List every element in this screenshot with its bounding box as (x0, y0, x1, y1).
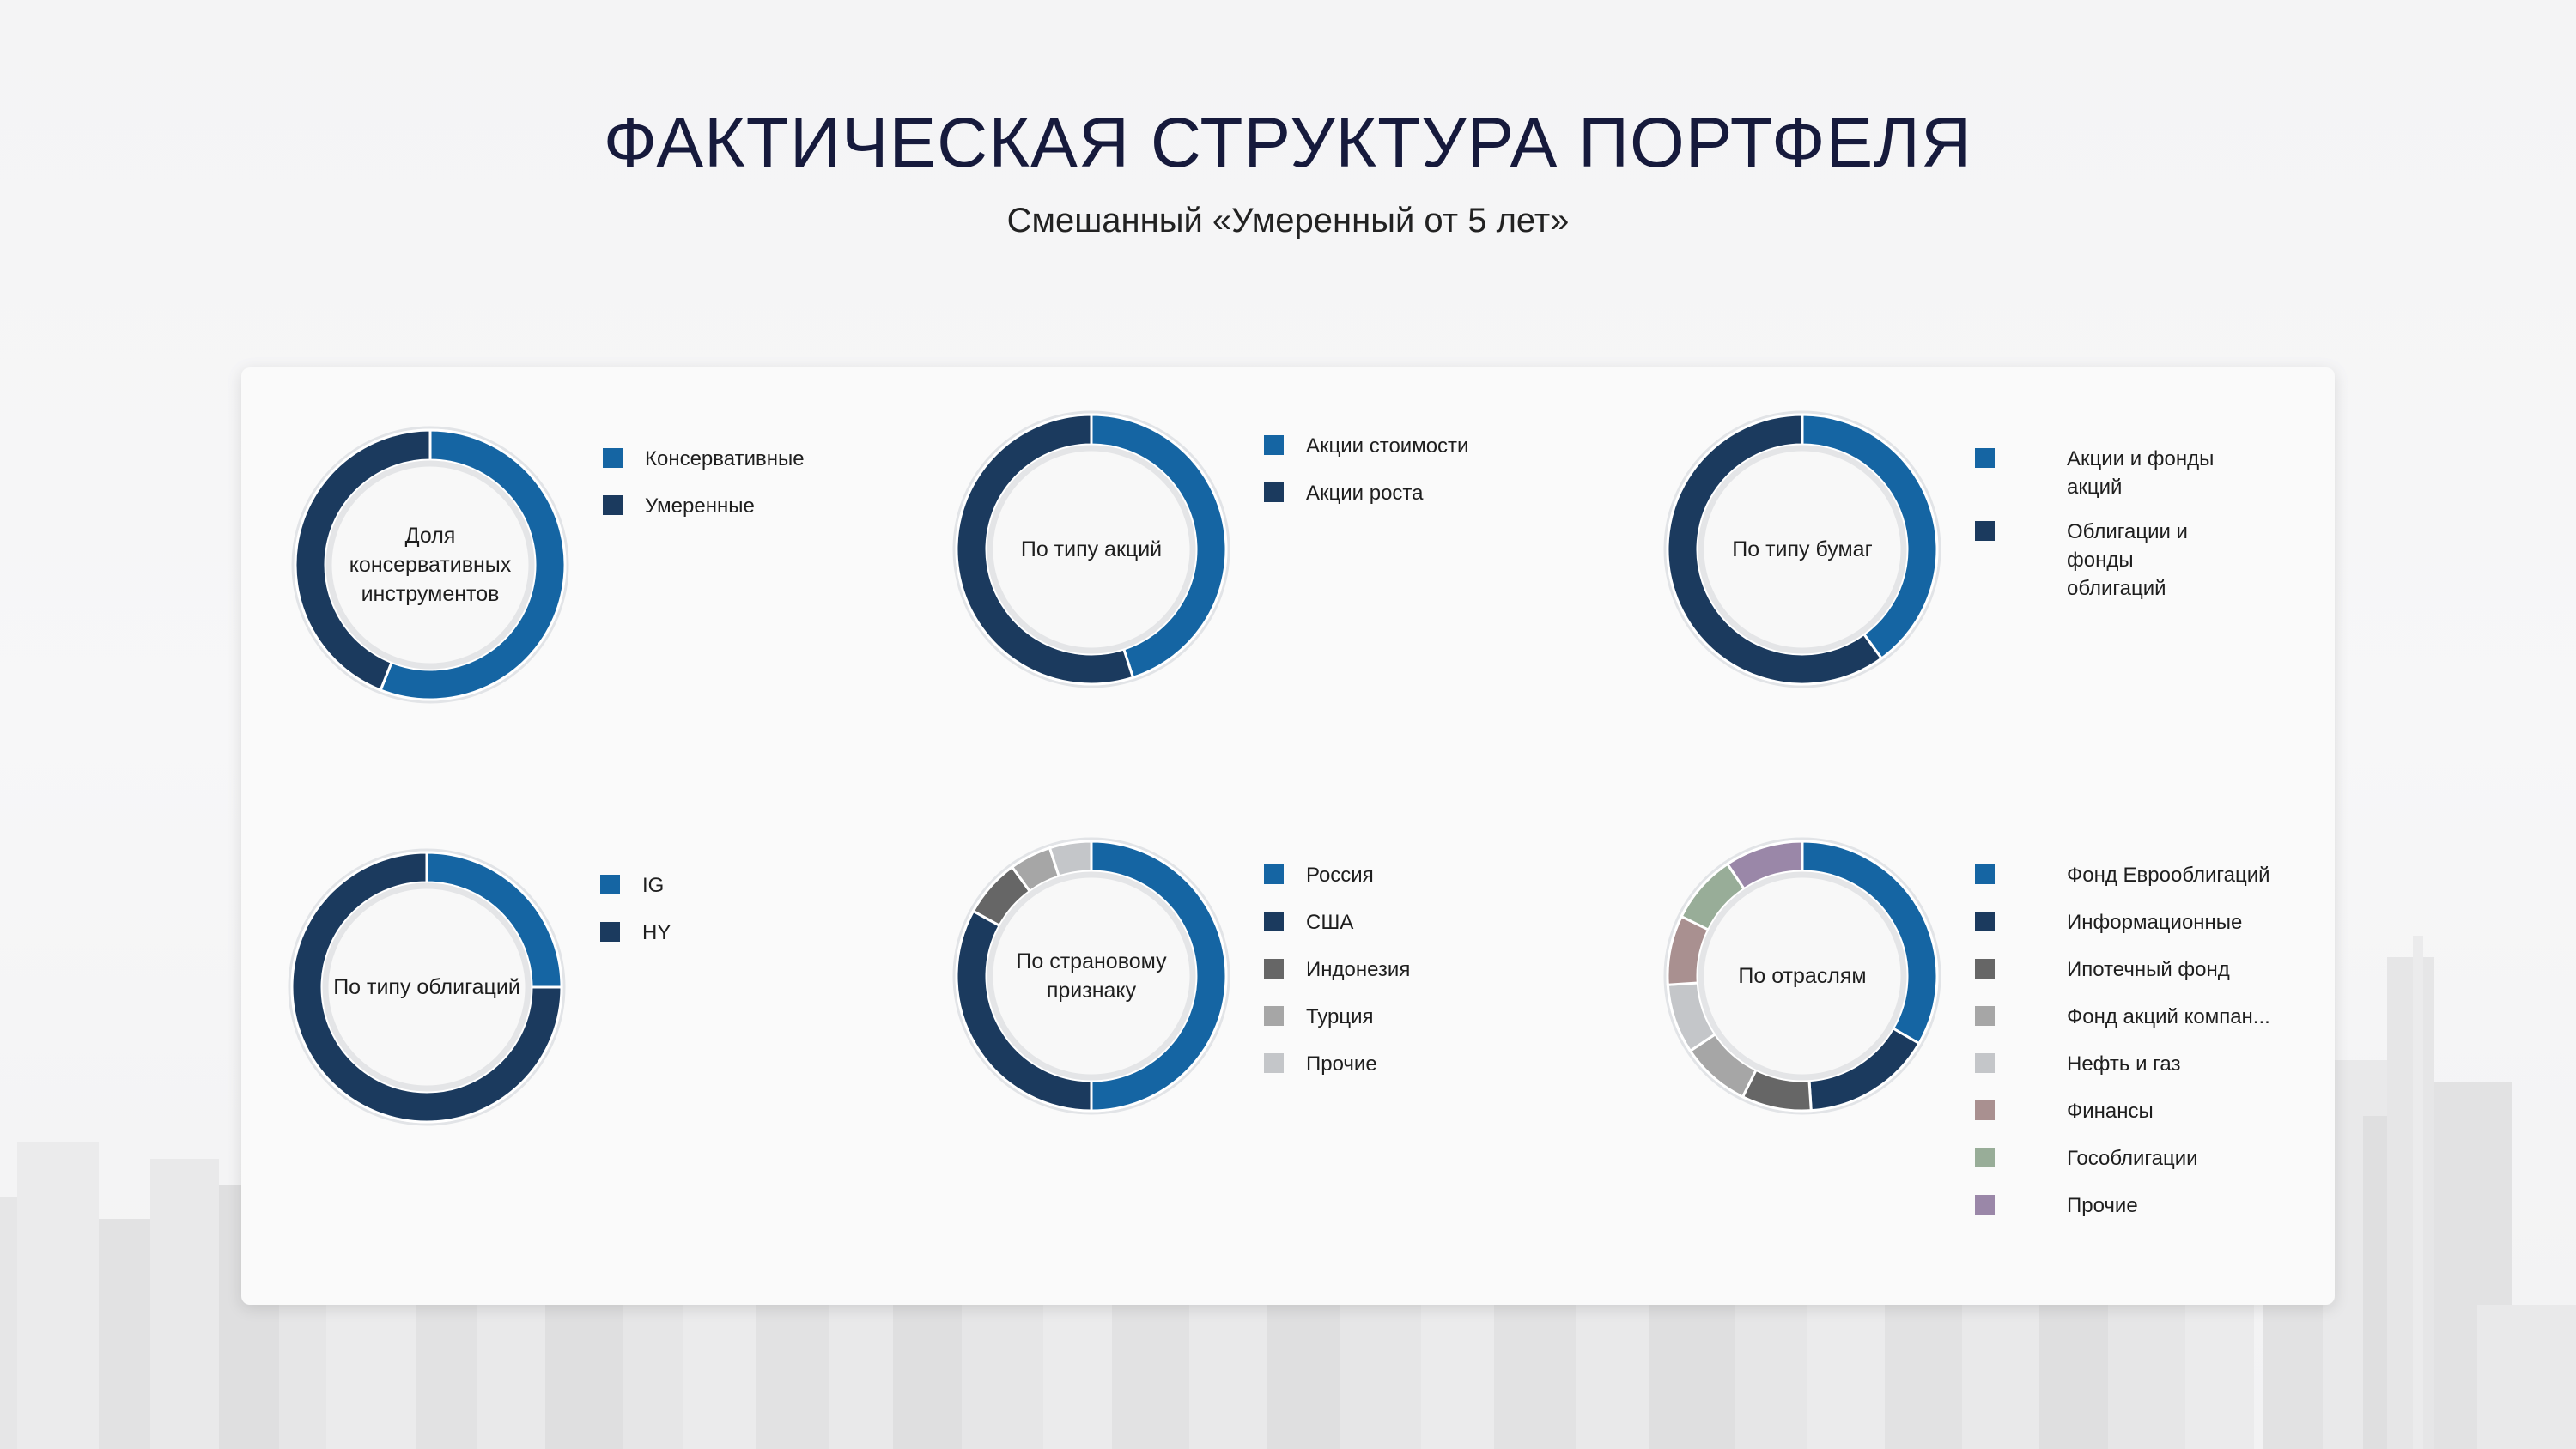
legend-swatch (1264, 1006, 1284, 1026)
legend-label: Акции и фонды акций (2067, 447, 2215, 499)
donut-center-label: По типу акций (1020, 537, 1163, 561)
legend-label: Акции стоимости (1306, 434, 1469, 458)
skyline-building (99, 1219, 150, 1449)
legend-item: Прочие (1975, 1191, 2138, 1220)
legend-label: Умеренные (645, 494, 755, 518)
legend-label: Прочие (2067, 1194, 2138, 1217)
charts-card: Доля консервативных инструментов Консерв… (241, 367, 2335, 1305)
donut-center-label: По страновому признаку (1016, 949, 1167, 1003)
skyline-building (2387, 957, 2434, 1449)
legend-swatch (1975, 1006, 1995, 1026)
legend-item: Консервативные (603, 445, 805, 473)
legend-swatch (1264, 912, 1284, 931)
legend-label: Облигации и фонды облигаций (2067, 520, 2188, 600)
donut-slice (1048, 840, 1093, 878)
legend-label: Турция (1306, 1005, 1374, 1028)
legend-item: Информационные (1975, 908, 2242, 937)
legend-swatch (1975, 521, 1995, 541)
legend-label: Нефть и газ (2067, 1052, 2181, 1076)
legend-swatch (1975, 864, 1995, 884)
page-title: ФАКТИЧЕСКАЯ СТРУКТУРА ПОРТФЕЛЯ (603, 104, 1973, 182)
legend-swatch (603, 448, 623, 468)
legend-swatch (600, 922, 620, 942)
legend-swatch (1975, 912, 1995, 931)
legend-label: Прочие (1306, 1052, 1377, 1076)
legend-label: Ипотечный фонд (2067, 958, 2230, 981)
legend-label: Россия (1306, 864, 1374, 887)
page-subtitle: Смешанный «Умеренный от 5 лет» (1006, 202, 1570, 239)
legend-item: Умеренные (603, 492, 755, 520)
legend-label: Фонд акций компан... (2067, 1005, 2270, 1028)
donut-center-label: По отраслям (1738, 964, 1867, 988)
legend-label: HY (642, 921, 671, 944)
legend-item: Акции стоимости (1264, 432, 1468, 460)
legend-label: Индонезия (1306, 958, 1411, 981)
legend-label: США (1306, 911, 1354, 934)
legend-item: Нефть и газ (1975, 1050, 2180, 1078)
donut-center-label: По типу бумаг (1732, 537, 1873, 561)
legend-label: Фонд Еврооблигаций (2067, 864, 2270, 887)
legend-swatch (1975, 959, 1995, 979)
legend-label: Акции роста (1306, 482, 1424, 505)
legend-item: Акции роста (1264, 479, 1424, 507)
legend-swatch (1975, 1100, 1995, 1120)
legend-item: Индонезия (1264, 955, 1410, 984)
legend-item: США (1264, 908, 1353, 937)
legend-swatch (600, 875, 620, 894)
legend-item: Турция (1264, 1003, 1374, 1031)
legend-item: Фонд акций компан... (1975, 1003, 2270, 1031)
legend-item: Гособлигации (1975, 1144, 2198, 1173)
legend-swatch (1264, 959, 1284, 979)
legend-swatch (1264, 864, 1284, 884)
legend-label: IG (642, 874, 665, 897)
legend-label: Информационные (2067, 911, 2243, 934)
legend-item: HY (600, 919, 671, 947)
donut-center-label: Доля консервативных инструментов (349, 524, 512, 606)
legend-item: Акции и фонды акций (1975, 445, 2233, 501)
legend-swatch (1264, 435, 1284, 455)
legend-item: Фонд Еврооблигаций (1975, 861, 2270, 889)
skyline-building (2477, 1305, 2576, 1449)
donut-center-label: По типу облигаций (333, 975, 520, 999)
legend-swatch (1975, 448, 1995, 468)
skyline-building (17, 1142, 99, 1449)
legend-swatch (1975, 1053, 1995, 1073)
legend-swatch (1975, 1195, 1995, 1215)
legend-swatch (1264, 1053, 1284, 1073)
legend-item: Облигации и фонды облигаций (1975, 518, 2233, 603)
legend-label: Консервативные (645, 447, 805, 470)
legend-swatch (1975, 1148, 1995, 1167)
skyline-building (2413, 936, 2423, 1449)
legend-item: Финансы (1975, 1097, 2154, 1125)
legend-item: IG (600, 871, 664, 900)
skyline-building (150, 1159, 219, 1449)
legend-item: Ипотечный фонд (1975, 955, 2230, 984)
skyline-building (0, 1197, 17, 1449)
legend-item: Россия (1264, 861, 1374, 889)
legend-item: Прочие (1264, 1050, 1377, 1078)
legend-label: Финансы (2067, 1100, 2154, 1123)
legend-swatch (603, 495, 623, 515)
legend-swatch (1264, 482, 1284, 502)
legend-label: Гособлигации (2067, 1147, 2198, 1170)
